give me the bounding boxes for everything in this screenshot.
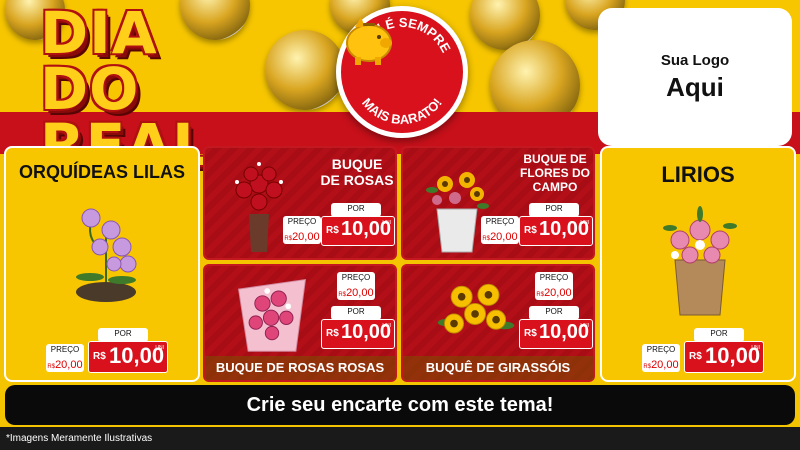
- old-price-tag: PREÇO R$20,00: [283, 216, 321, 244]
- price-box: R$ 10,00 UNI: [684, 341, 764, 373]
- coin-icon: [265, 30, 345, 110]
- product-name: BUQUE DE ROSAS: [317, 156, 397, 188]
- por-label: POR: [710, 329, 728, 338]
- por-tag: POR: [529, 203, 579, 217]
- price-box: R$ 10,00 UNI: [88, 341, 168, 373]
- product-name: BUQUE DE ROSAS ROSAS: [205, 356, 395, 380]
- currency: R$: [689, 351, 702, 362]
- price-box: R$ 10,00 UNI: [321, 216, 395, 246]
- old-price: 20,00: [490, 231, 518, 243]
- product-card-rosas-rosas[interactable]: PREÇO R$20,00 POR R$ 10,00 UNI BUQUE DE …: [203, 264, 397, 382]
- logo-small-text: Sua Logo: [660, 52, 730, 69]
- preco-label: PREÇO: [341, 273, 371, 282]
- uni-label: UNI: [382, 220, 391, 226]
- orchid-image: [76, 208, 137, 302]
- old-price: 20,00: [651, 359, 679, 371]
- piggy-bank-icon: [346, 17, 392, 65]
- lily-bouquet-image: [663, 206, 737, 316]
- product-card-orquideas[interactable]: ORQUÍDEAS LILAS PREÇO R$20,00 POR R$ 10,…: [4, 146, 200, 382]
- currency-small: R$: [338, 292, 347, 298]
- product-name: BUQUÊ DE GIRASSÓIS: [403, 356, 593, 380]
- pink-roses-image: [238, 278, 307, 352]
- uni-label: UNI: [580, 220, 589, 226]
- uni-label: UNI: [580, 323, 589, 329]
- product-name: LIRIOS: [661, 162, 735, 187]
- old-price-tag: PREÇO R$20,00: [337, 272, 375, 300]
- name-line-3: CAMPO: [532, 180, 578, 194]
- svg-text:MAIS BARATO!: MAIS BARATO!: [359, 95, 445, 127]
- preco-label: PREÇO: [50, 345, 80, 354]
- name-line-1: BUQUE DE: [523, 152, 587, 166]
- name-line-1: BUQUE: [331, 156, 383, 172]
- por-tag: POR: [331, 306, 381, 320]
- title-line-1: DIA DO: [40, 0, 158, 123]
- promo-badge: AQUI É SEMPRE MAIS BARATO!: [336, 6, 468, 138]
- old-price: 20,00: [292, 231, 320, 243]
- por-label: POR: [347, 307, 365, 316]
- por-tag: POR: [529, 306, 579, 320]
- old-price: 20,00: [55, 359, 83, 371]
- currency-small: R$: [284, 236, 293, 242]
- product-card-buque-rosas[interactable]: BUQUE DE ROSAS PREÇO R$20,00 POR R$ 10,0…: [203, 146, 397, 260]
- currency: R$: [524, 328, 537, 339]
- preco-label: PREÇO: [287, 217, 317, 226]
- logo-big-text: Aqui: [666, 72, 724, 102]
- currency: R$: [326, 225, 339, 236]
- por-tag: POR: [98, 328, 148, 342]
- currency-small: R$: [482, 236, 491, 242]
- old-price-tag: PREÇO R$20,00: [46, 344, 84, 372]
- product-card-flores-campo[interactable]: BUQUE DE FLORES DO CAMPO PREÇO R$20,00 P…: [401, 146, 595, 260]
- disclaimer-footer: *Imagens Meramente Ilustrativas: [0, 427, 800, 450]
- preco-label: PREÇO: [646, 345, 676, 354]
- cta-banner[interactable]: Crie seu encarte com este tema!: [5, 385, 795, 425]
- price-box: R$ 10,00 UNI: [321, 319, 395, 349]
- currency-small: R$: [47, 364, 56, 370]
- currency: R$: [326, 328, 339, 339]
- currency: R$: [524, 225, 537, 236]
- product-card-girassois[interactable]: PREÇO R$20,00 POR R$ 10,00 UNI BUQUÊ DE …: [401, 264, 595, 382]
- price-box: R$ 10,00 UNI: [519, 319, 593, 349]
- product-name: ORQUÍDEAS LILAS: [18, 162, 185, 182]
- old-price: 20,00: [544, 287, 572, 299]
- currency-small: R$: [536, 292, 545, 298]
- sunflowers-image: [437, 283, 515, 334]
- old-price-tag: PREÇO R$20,00: [481, 216, 519, 244]
- por-tag: POR: [331, 203, 381, 217]
- old-price-tag: PREÇO R$20,00: [642, 344, 680, 372]
- preco-label: PREÇO: [539, 273, 569, 282]
- por-label: POR: [545, 307, 563, 316]
- por-label: POR: [545, 204, 563, 213]
- name-line-2: DE ROSAS: [320, 172, 394, 188]
- currency-small: R$: [643, 364, 652, 370]
- por-label: POR: [114, 329, 132, 338]
- price-box: R$ 10,00 UNI: [519, 216, 593, 246]
- product-card-lirios[interactable]: LIRIOS PREÇO R$20,00 POR R$ 10,00 UNI: [600, 146, 796, 382]
- logo-placeholder[interactable]: Sua Logo Aqui: [598, 8, 792, 146]
- currency: R$: [93, 351, 106, 362]
- uni-label: UNI: [382, 323, 391, 329]
- preco-label: PREÇO: [485, 217, 515, 226]
- por-tag: POR: [694, 328, 744, 342]
- product-name: BUQUE DE FLORES DO CAMPO: [515, 152, 595, 194]
- por-label: POR: [347, 204, 365, 213]
- name-line-2: FLORES DO: [519, 166, 590, 180]
- badge-line-2: MAIS BARATO!: [359, 95, 445, 127]
- uni-label: UNI: [751, 345, 760, 351]
- old-price: 20,00: [346, 287, 374, 299]
- uni-label: UNI: [155, 345, 164, 351]
- old-price-tag: PREÇO R$20,00: [535, 272, 573, 300]
